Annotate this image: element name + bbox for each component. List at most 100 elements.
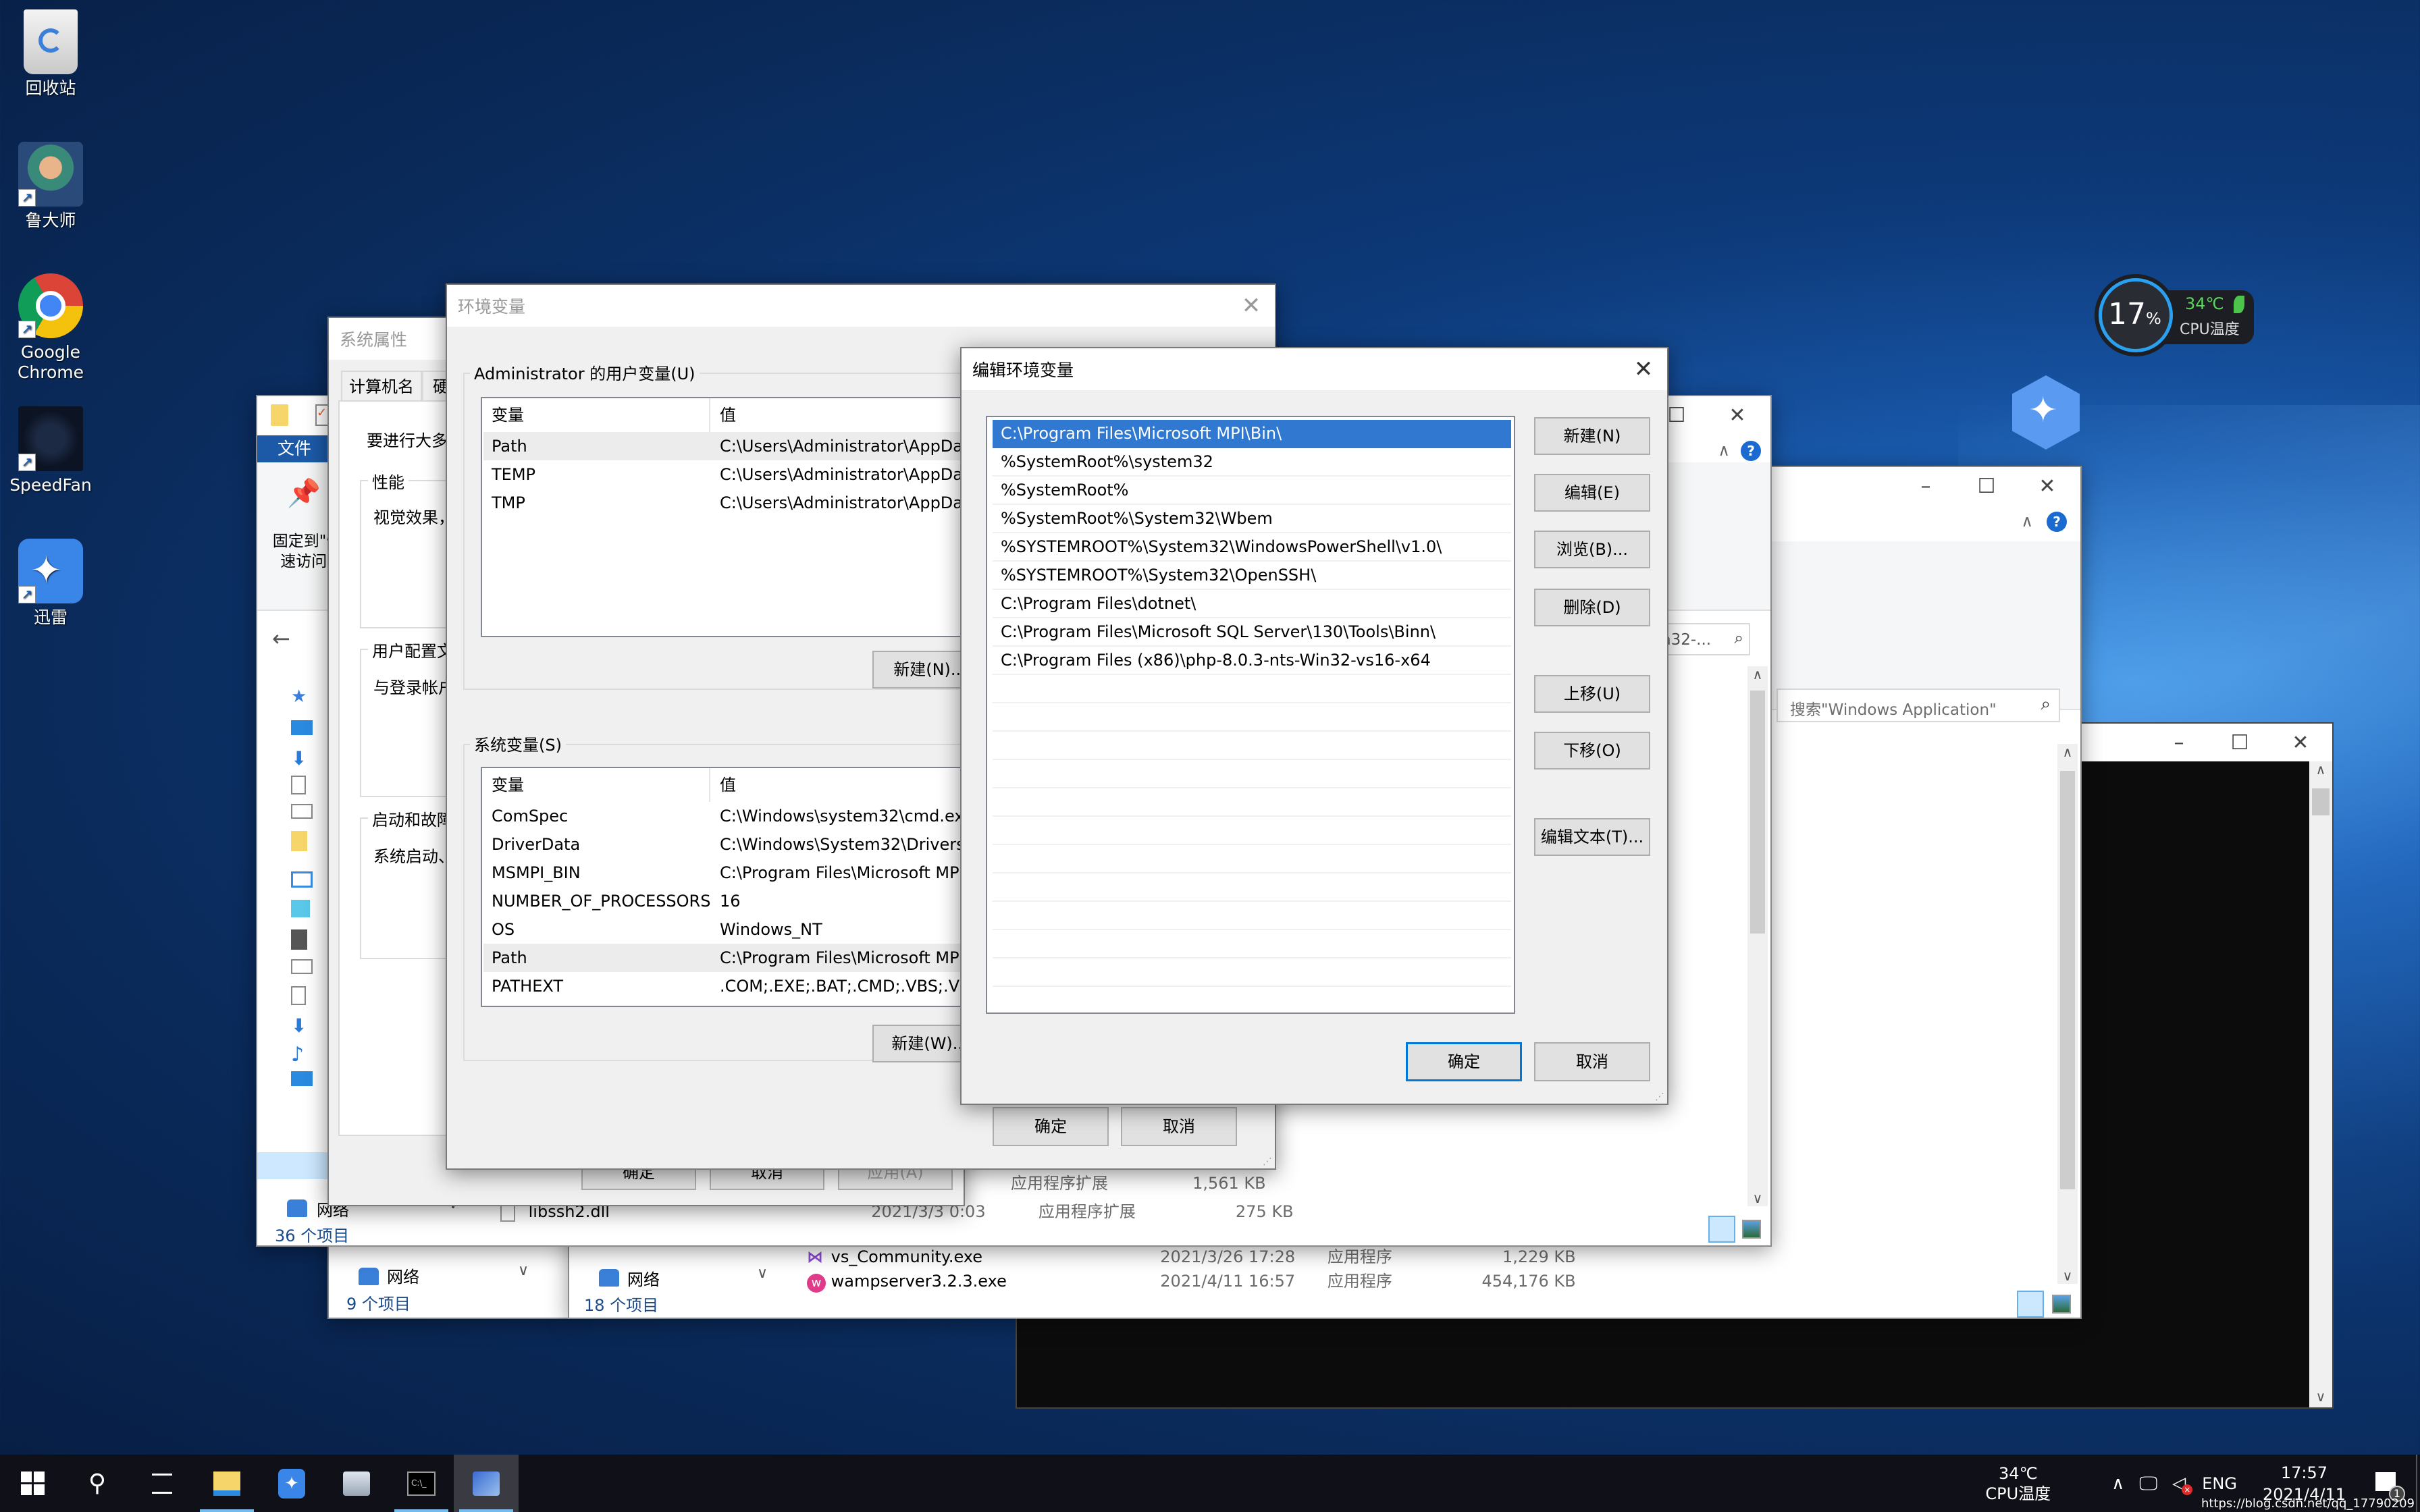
quick-access-icon[interactable]: ★ <box>291 686 318 715</box>
close-button[interactable]: ✕ <box>1627 354 1660 385</box>
search-box[interactable]: n32-... ⌕ <box>1656 623 1750 655</box>
videos-icon[interactable] <box>291 929 307 950</box>
path-entry[interactable]: %SystemRoot% <box>993 477 1511 505</box>
help-icon[interactable]: ? <box>2047 512 2067 532</box>
move-up-button[interactable]: 上移(U) <box>1534 675 1650 713</box>
desktop-folder-icon[interactable] <box>291 720 313 735</box>
search-input[interactable]: 搜索"Windows Application" <box>1790 697 1997 720</box>
scroll-down-icon[interactable]: ∨ <box>1747 1190 1768 1206</box>
task-view-button[interactable] <box>130 1455 194 1512</box>
network-icon[interactable]: 🖵 <box>2139 1472 2157 1495</box>
path-entry[interactable]: C:\Program Files\Microsoft SQL Server\13… <box>993 618 1511 647</box>
scroll-thumb[interactable] <box>1750 691 1765 934</box>
resize-grip-icon[interactable]: ⋰ <box>1263 1156 1272 1167</box>
path-entry-empty[interactable] <box>993 873 1511 902</box>
path-entry-empty[interactable] <box>993 817 1511 845</box>
path-entry-empty[interactable] <box>993 703 1511 732</box>
details-view-button[interactable] <box>2017 1291 2044 1318</box>
maximize-button[interactable]: ☐ <box>1956 467 2017 506</box>
path-entry-empty[interactable] <box>993 902 1511 930</box>
minimize-button[interactable]: – <box>2149 724 2209 763</box>
volume-muted-icon[interactable]: ◁ × <box>2172 1474 2193 1495</box>
maximize-button[interactable]: ☐ <box>2209 724 2270 763</box>
pin-icon[interactable]: 📌 <box>287 477 321 509</box>
taskbar-performance-monitor[interactable] <box>324 1455 389 1512</box>
close-button[interactable]: ✕ <box>1234 290 1268 321</box>
file-scrollbar[interactable]: ∧ ∨ <box>1747 666 1768 1206</box>
file-row[interactable]: 应用程序扩展 1,561 KB <box>1011 1170 1266 1193</box>
minimize-button[interactable]: – <box>1895 467 1956 506</box>
tray-cpu-temp[interactable]: 34℃ CPU温度 <box>1985 1463 2051 1504</box>
show-desktop-button[interactable] <box>2416 1455 2420 1512</box>
chevron-down-icon[interactable]: ∨ <box>757 1265 768 1282</box>
desktop-icon-ludashi[interactable]: ↗ 鲁大师 <box>7 142 95 231</box>
nav-selected-drive[interactable] <box>257 1152 332 1179</box>
help-icon[interactable]: ? <box>1741 441 1761 461</box>
path-entry[interactable]: C:\Program Files (x86)\php-8.0.3-nts-Win… <box>993 647 1511 675</box>
large-icons-view-button[interactable] <box>1742 1220 1761 1239</box>
input-language[interactable]: ENG <box>2202 1474 2237 1493</box>
edit-text-button[interactable]: 编辑文本(T)... <box>1534 818 1650 856</box>
resize-grip-icon[interactable]: ⋰ <box>1655 1091 1664 1102</box>
show-hidden-icons-button[interactable]: ∧ <box>2111 1474 2124 1494</box>
this-pc-icon[interactable] <box>291 871 313 888</box>
path-entry-empty[interactable] <box>993 732 1511 760</box>
ribbon-collapse-icon[interactable]: ∧ <box>2021 512 2033 531</box>
pictures-icon[interactable] <box>291 959 313 974</box>
ribbon-tab-file[interactable]: 文件 <box>257 435 332 462</box>
path-entry-empty[interactable] <box>993 675 1511 703</box>
path-entry-empty[interactable] <box>993 788 1511 817</box>
nav-network[interactable]: 网络 <box>627 1266 660 1290</box>
path-entry-empty[interactable] <box>993 760 1511 788</box>
music-icon[interactable]: ♪ <box>291 1043 318 1071</box>
scroll-up-icon[interactable]: ∧ <box>1747 666 1768 682</box>
taskbar-command-prompt[interactable]: C:\_ <box>389 1455 454 1512</box>
console-scrollbar[interactable]: ∧ ∨ <box>2309 761 2332 1407</box>
browse-button[interactable]: 浏览(B)... <box>1534 531 1650 568</box>
downloads-icon[interactable]: ⬇ <box>291 1015 318 1043</box>
tab-computer-name[interactable]: 计算机名 <box>341 371 422 402</box>
scroll-up-icon[interactable]: ∧ <box>2309 761 2332 778</box>
ribbon-collapse-icon[interactable]: ∧ <box>1718 441 1730 460</box>
edit-button[interactable]: 编辑(E) <box>1534 474 1650 512</box>
path-entry[interactable]: %SystemRoot%\System32\Wbem <box>993 505 1511 533</box>
close-button[interactable]: ✕ <box>1707 396 1768 435</box>
pictures-icon[interactable] <box>291 804 313 819</box>
path-entry[interactable]: C:\Program Files\Microsoft MPI\Bin\ <box>993 420 1511 448</box>
3d-objects-icon[interactable] <box>291 900 310 917</box>
scroll-down-icon[interactable]: ∨ <box>2057 1268 2078 1284</box>
search-button[interactable]: ⚲ <box>65 1455 130 1512</box>
path-entry-empty[interactable] <box>993 845 1511 873</box>
path-entry-empty[interactable] <box>993 959 1511 987</box>
cpu-widget[interactable]: 17% 34℃ CPU温度 <box>2099 278 2254 352</box>
desktop-icon-speedfan[interactable]: ↗ SpeedFan <box>7 406 95 495</box>
ok-button[interactable]: 确定 <box>993 1107 1109 1146</box>
desktop-folder-icon[interactable] <box>291 1071 313 1086</box>
nav-network[interactable]: 网络 <box>387 1264 419 1287</box>
path-entry[interactable]: C:\Program Files\dotnet\ <box>993 590 1511 618</box>
chevron-down-icon[interactable]: ∨ <box>518 1262 529 1279</box>
large-icons-view-button[interactable] <box>2052 1295 2071 1314</box>
path-entry[interactable]: %SystemRoot%\system32 <box>993 448 1511 477</box>
desktop-icon-recycle-bin[interactable]: 回收站 <box>7 9 95 99</box>
search-box[interactable]: 搜索"Windows Application" ⌕ <box>1777 688 2060 722</box>
column-header-variable[interactable]: 变量 <box>482 398 710 432</box>
scroll-up-icon[interactable]: ∧ <box>2057 744 2078 760</box>
start-button[interactable] <box>0 1455 65 1512</box>
details-view-button[interactable] <box>1708 1216 1735 1243</box>
new-button[interactable]: 新建(N) <box>1534 417 1650 455</box>
delete-button[interactable]: 删除(D) <box>1534 589 1650 626</box>
cancel-button[interactable]: 取消 <box>1121 1107 1237 1146</box>
move-down-button[interactable]: 下移(O) <box>1534 732 1650 770</box>
taskbar-xunlei[interactable]: ✦ <box>259 1455 324 1512</box>
file-row[interactable]: w wampserver3.2.3.exe 2021/4/11 16:57 应用… <box>807 1268 1576 1293</box>
action-center-button[interactable]: 1 <box>2375 1472 2405 1502</box>
scroll-thumb[interactable] <box>2060 771 2075 1189</box>
column-header-variable[interactable]: 变量 <box>482 768 710 802</box>
ok-button[interactable]: 确定 <box>1406 1042 1522 1081</box>
scroll-thumb[interactable] <box>2312 788 2330 815</box>
documents-icon[interactable] <box>291 986 306 1005</box>
desktop-icon-chrome[interactable]: ↗ Google Chrome <box>7 273 95 383</box>
cancel-button[interactable]: 取消 <box>1534 1042 1650 1081</box>
desktop-icon-xunlei[interactable]: ✦ ↗ 迅雷 <box>7 539 95 628</box>
